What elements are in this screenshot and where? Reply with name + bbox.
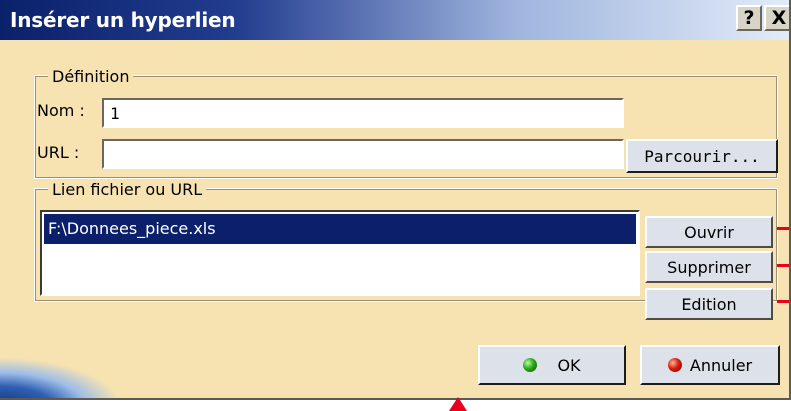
link-group-label: Lien fichier ou URL (48, 180, 207, 199)
open-button[interactable]: Ouvrir (645, 216, 773, 248)
insert-hyperlink-dialog: Insérer un hyperlien ? X Définition Nom … (0, 0, 791, 400)
ok-label: OK (557, 355, 581, 375)
name-label: Nom : (37, 101, 85, 120)
link-list[interactable]: F:\Donnees_piece.xls (40, 210, 640, 296)
edit-button[interactable]: Edition (645, 288, 773, 320)
corner-decoration (0, 350, 140, 398)
red-led-icon (667, 358, 682, 372)
delete-button[interactable]: Supprimer (645, 251, 773, 283)
annotation-marker (777, 264, 789, 267)
cancel-button[interactable]: Annuler (640, 345, 780, 385)
dialog-title: Insérer un hyperlien (10, 8, 236, 32)
help-button[interactable]: ? (736, 5, 762, 31)
ok-button[interactable]: OK (478, 345, 626, 385)
annotation-arrow-icon (449, 397, 467, 411)
list-item[interactable]: F:\Donnees_piece.xls (44, 214, 636, 244)
cancel-label: Annuler (689, 355, 753, 375)
annotation-marker (777, 227, 789, 230)
url-input[interactable] (102, 139, 624, 169)
title-bar[interactable]: Insérer un hyperlien ? X (0, 0, 789, 40)
close-button[interactable]: X (764, 5, 789, 31)
definition-group-label: Définition (48, 67, 134, 86)
green-led-icon (523, 358, 538, 372)
url-label: URL : (37, 143, 80, 162)
annotation-marker (777, 300, 789, 303)
name-input[interactable] (102, 98, 624, 128)
browse-button[interactable]: Parcourir... (626, 139, 778, 173)
